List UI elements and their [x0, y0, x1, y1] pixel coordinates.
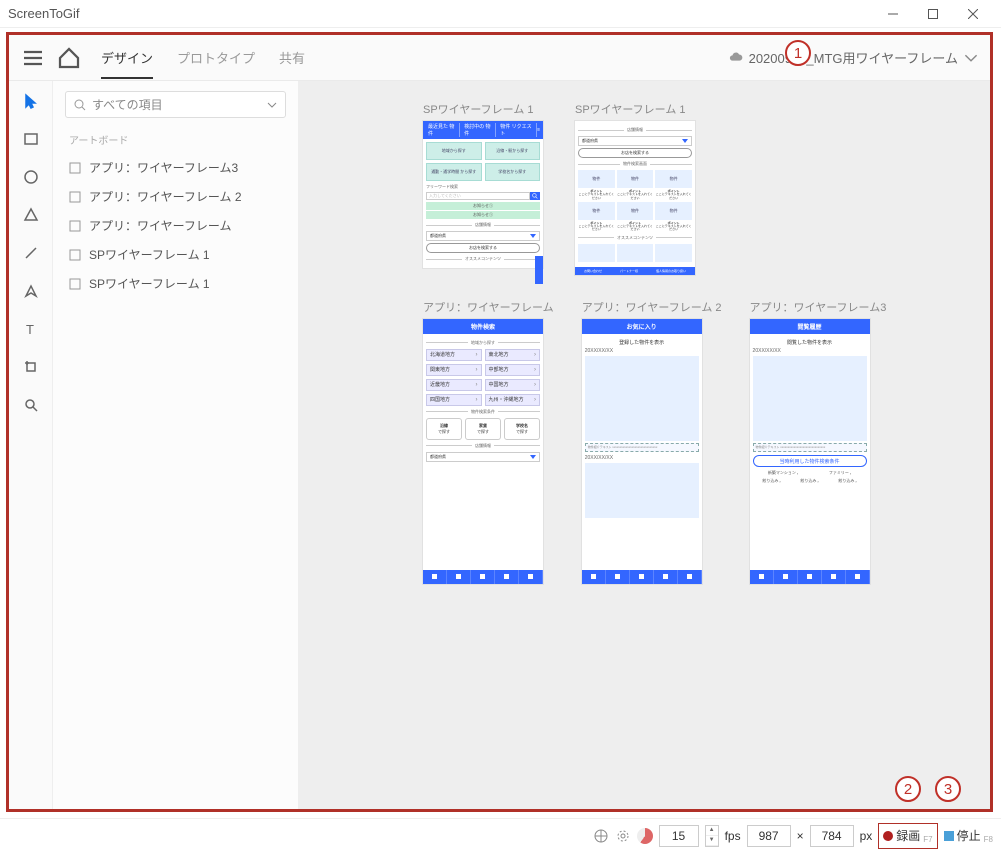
height-input[interactable]: 784: [810, 825, 854, 847]
tab-share[interactable]: 共有: [279, 36, 305, 79]
width-input[interactable]: 987: [747, 825, 791, 847]
artboard-item[interactable]: アプリ：ワイヤーフレーム: [65, 211, 286, 240]
layers-panel: すべての項目 アートボード アプリ：ワイヤーフレーム3 アプリ：ワイヤーフレーム…: [53, 81, 299, 809]
titlebar: ScreenToGif: [0, 0, 1001, 28]
window-title: ScreenToGif: [8, 6, 80, 21]
nav-tabs: デザイン プロトタイプ 共有: [101, 36, 305, 79]
artboard-app1[interactable]: アプリ：ワイヤーフレーム 物件検索 地域から探す 北海道地方›東北地方› 関東地…: [423, 299, 554, 584]
record-dot-icon: [883, 831, 893, 841]
svg-text:T: T: [26, 322, 34, 337]
search-input[interactable]: すべての項目: [65, 91, 286, 118]
fps-spinner[interactable]: ▲▼: [705, 825, 719, 847]
times-label: ×: [797, 829, 804, 843]
minimize-button[interactable]: [873, 0, 913, 28]
fps-input[interactable]: 15: [659, 825, 699, 847]
artboard-list: アプリ：ワイヤーフレーム3 アプリ：ワイヤーフレーム 2 アプリ：ワイヤーフレー…: [65, 153, 286, 298]
status-bar: 15 ▲▼ fps 987 × 784 px 録画F7 停止F8: [0, 818, 1001, 852]
artboard-app2[interactable]: アプリ：ワイヤーフレーム 2 お気に入り 登録した物件を表示 20XX/XX/X…: [582, 299, 722, 584]
search-icon: [74, 99, 86, 111]
recording-frame: デザイン プロトタイプ 共有 20200917_MTG用ワイヤーフレーム T: [6, 32, 993, 812]
record-button[interactable]: 録画F7: [883, 827, 932, 844]
tab-prototype[interactable]: プロトタイプ: [177, 36, 255, 79]
annotation-1: 1: [785, 40, 811, 66]
pen-tool-icon[interactable]: [21, 281, 41, 301]
ellipse-tool-icon[interactable]: [21, 167, 41, 187]
annotation-2: 2: [895, 776, 921, 802]
maximize-button[interactable]: [913, 0, 953, 28]
file-chip[interactable]: 20200917_MTG用ワイヤーフレーム: [729, 48, 978, 67]
close-button[interactable]: [953, 0, 993, 28]
artboard-tool-icon[interactable]: [21, 357, 41, 377]
artboard-item[interactable]: SPワイヤーフレーム 1: [65, 240, 286, 269]
filename: 20200917_MTG用ワイヤーフレーム: [749, 48, 958, 67]
main-area: T すべての項目 アートボード アプリ：ワイヤーフレーム3 アプリ：ワイヤーフレ…: [9, 81, 990, 809]
text-tool-icon[interactable]: T: [21, 319, 41, 339]
artboard-app3[interactable]: アプリ：ワイヤーフレーム3 閲覧履歴 閲覧した物件を表示 20XX/XX/XX …: [750, 299, 887, 584]
tool-rail: T: [9, 81, 53, 809]
menu-icon[interactable]: [21, 46, 45, 70]
sticky-tab: [535, 256, 543, 284]
gear-icon[interactable]: [615, 828, 631, 844]
zoom-tool-icon[interactable]: [21, 395, 41, 415]
home-icon[interactable]: [57, 46, 81, 70]
buffer-indicator-icon: [637, 828, 653, 844]
select-tool-icon[interactable]: [21, 91, 41, 111]
record-group: 録画F7: [878, 823, 937, 849]
stop-square-icon: [944, 831, 954, 841]
polygon-tool-icon[interactable]: [21, 205, 41, 225]
canvas-row: アプリ：ワイヤーフレーム 物件検索 地域から探す 北海道地方›東北地方› 関東地…: [323, 299, 966, 584]
canvas-row: SPワイヤーフレーム 1 最近見た 物件検討中の 物件物件 リクエスト≡ 地域か…: [323, 101, 966, 275]
artboard-item[interactable]: SPワイヤーフレーム 1: [65, 269, 286, 298]
fps-label: fps: [725, 829, 741, 843]
artboard-sp1a[interactable]: SPワイヤーフレーム 1 最近見た 物件検討中の 物件物件 リクエスト≡ 地域か…: [423, 101, 543, 275]
annotation-3: 3: [935, 776, 961, 802]
artboard-item[interactable]: アプリ：ワイヤーフレーム 2: [65, 182, 286, 211]
artboard-section-label: アートボード: [69, 132, 286, 147]
stop-button[interactable]: 停止F8: [944, 827, 993, 844]
artboard-sp1b[interactable]: SPワイヤーフレーム 1 店舗情報 都道府県 お店を検索する 物件検索画面 物件…: [575, 101, 695, 275]
crosshair-icon[interactable]: [593, 828, 609, 844]
tab-design[interactable]: デザイン: [101, 36, 153, 79]
design-canvas[interactable]: SPワイヤーフレーム 1 最近見た 物件検討中の 物件物件 リクエスト≡ 地域か…: [299, 81, 990, 809]
rectangle-tool-icon[interactable]: [21, 129, 41, 149]
artboard-item[interactable]: アプリ：ワイヤーフレーム3: [65, 153, 286, 182]
chevron-down-icon: [964, 51, 978, 65]
chevron-down-icon: [267, 100, 277, 110]
line-tool-icon[interactable]: [21, 243, 41, 263]
px-label: px: [860, 829, 873, 843]
top-bar: デザイン プロトタイプ 共有 20200917_MTG用ワイヤーフレーム: [9, 35, 990, 81]
search-placeholder: すべての項目: [92, 96, 261, 113]
cloud-icon: [729, 51, 743, 65]
